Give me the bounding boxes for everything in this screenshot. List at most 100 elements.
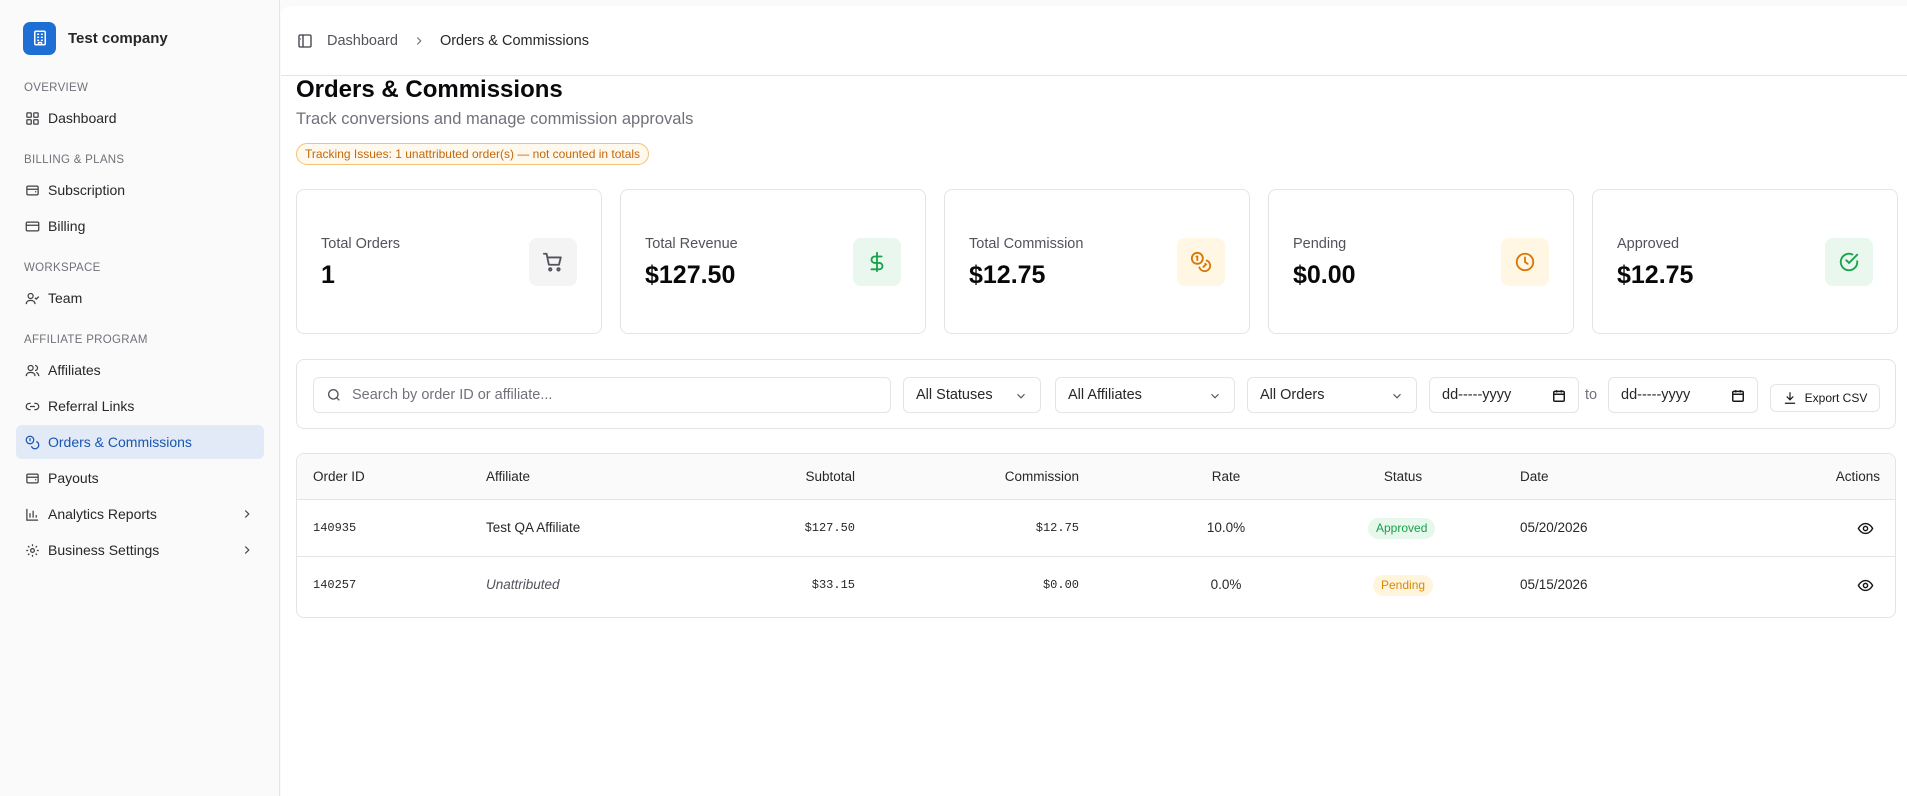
stat-value: 1 — [321, 261, 335, 289]
sidebar-item-dashboard[interactable]: Dashboard — [16, 101, 264, 135]
chevron-right-icon — [244, 546, 250, 554]
section-billing: BILLING & PLANS — [24, 154, 125, 166]
search-placeholder: Search by order ID or affiliate... — [352, 387, 553, 403]
chevron-right-icon — [416, 36, 422, 45]
stat-label: Total Revenue — [645, 236, 738, 252]
sidebar-item-affiliates[interactable]: Affiliates — [16, 353, 264, 387]
users-icon — [24, 290, 40, 306]
coins-icon — [24, 434, 40, 450]
affiliate-filter-select[interactable]: All Affiliates — [1055, 377, 1235, 413]
sidebar-item-label: Business Settings — [48, 542, 160, 558]
orders-filter-select[interactable]: All Orders — [1247, 377, 1417, 413]
column-header-rate[interactable]: Rate — [1196, 469, 1256, 484]
status-badge: Approved — [1368, 518, 1436, 539]
column-header-order-id[interactable]: Order ID — [313, 469, 365, 484]
tracking-warning-badge: Tracking Issues: 1 unattributed order(s)… — [296, 143, 650, 165]
date-to-input[interactable]: dd-----yyyy — [1608, 377, 1758, 413]
calendar-icon[interactable] — [1552, 389, 1566, 403]
sidebar-item-orders-commissions[interactable]: Orders & Commissions — [16, 425, 264, 459]
stat-card-total-orders: Total Orders 1 — [296, 189, 602, 334]
search-icon — [328, 389, 340, 401]
column-header-subtotal[interactable]: Subtotal — [805, 469, 855, 484]
date-from-value: dd-----yyyy — [1442, 387, 1512, 403]
column-header-date[interactable]: Date — [1520, 469, 1549, 484]
stat-card-approved: Approved $12.75 — [1592, 189, 1898, 334]
building-icon — [23, 21, 56, 55]
page-subtitle: Track conversions and manage commission … — [296, 110, 694, 128]
sidebar-item-analytics-reports[interactable]: Analytics Reports — [16, 497, 264, 531]
sidebar-item-subscription[interactable]: Subscription — [16, 173, 264, 207]
sidebar-item-label: Orders & Commissions — [48, 434, 192, 450]
cell-date: 05/20/2026 — [1520, 520, 1588, 535]
stat-card-pending: Pending $0.00 — [1268, 189, 1574, 334]
section-overview: OVERVIEW — [24, 82, 89, 94]
stat-label: Total Commission — [969, 236, 1084, 252]
section-affiliate: AFFILIATE PROGRAM — [24, 334, 148, 346]
sidebar-item-label: Payouts — [48, 470, 99, 486]
status-filter-value: All Statuses — [916, 387, 993, 403]
sidebar-item-business-settings[interactable]: Business Settings — [16, 533, 264, 567]
table-header: Order ID Affiliate Subtotal Commission R… — [297, 454, 1895, 500]
stat-card-total-commission: Total Commission $12.75 — [944, 189, 1250, 334]
sidebar-item-referral-links[interactable]: Referral Links — [16, 389, 264, 423]
stat-value: $127.50 — [645, 261, 736, 289]
sidebar-toggle-icon[interactable] — [297, 33, 313, 49]
date-range-separator: to — [1585, 387, 1598, 403]
main-content: Dashboard Orders & Commissions Orders & … — [281, 6, 1907, 796]
sidebar-item-billing[interactable]: Billing — [16, 209, 264, 243]
eye-icon[interactable] — [1857, 520, 1874, 537]
coins-icon — [1177, 238, 1225, 286]
stat-label: Total Orders — [321, 236, 400, 252]
wallet-icon — [24, 470, 40, 486]
calendar-icon[interactable] — [1731, 389, 1745, 403]
chevron-down-icon — [1017, 393, 1025, 399]
company-switcher[interactable]: Test company — [23, 18, 279, 58]
check-circle-icon — [1825, 238, 1873, 286]
cell-commission: $12.75 — [1035, 521, 1079, 535]
cell-rate: 10.0% — [1206, 520, 1246, 535]
export-csv-button[interactable]: Export CSV — [1770, 384, 1880, 412]
column-header-status[interactable]: Status — [1333, 469, 1473, 484]
export-csv-label: Export CSV — [1804, 391, 1868, 405]
cell-subtotal: $127.50 — [804, 521, 855, 535]
column-header-affiliate[interactable]: Affiliate — [486, 469, 530, 484]
stat-value: $12.75 — [969, 261, 1046, 289]
chevron-down-icon — [1393, 393, 1401, 399]
table-row[interactable]: 140935 Test QA Affiliate $127.50 $12.75 … — [297, 500, 1895, 557]
cell-order-id: 140935 — [313, 521, 357, 535]
table-row[interactable]: 140257 Unattributed $33.15 $0.00 0.0% Pe… — [297, 557, 1895, 614]
breadcrumb: Dashboard Orders & Commissions — [327, 33, 589, 49]
sidebar: Test company OVERVIEW Dashboard BILLING … — [0, 0, 280, 796]
stat-label: Approved — [1617, 236, 1680, 252]
breadcrumb-link-dashboard[interactable]: Dashboard — [327, 33, 398, 49]
filter-bar: Search by order ID or affiliate... All S… — [296, 359, 1896, 429]
topbar: Dashboard Orders & Commissions — [281, 6, 1907, 76]
orders-filter-value: All Orders — [1260, 387, 1325, 403]
cart-icon — [529, 238, 577, 286]
eye-icon[interactable] — [1857, 577, 1874, 594]
sidebar-item-label: Team — [48, 290, 83, 306]
cell-commission: $0.00 — [1042, 578, 1079, 592]
download-icon — [1784, 392, 1795, 404]
sidebar-item-label: Dashboard — [48, 110, 117, 126]
date-from-input[interactable]: dd-----yyyy — [1429, 377, 1579, 413]
sidebar-item-label: Subscription — [48, 182, 126, 198]
chevron-down-icon — [1211, 393, 1219, 399]
sidebar-item-payouts[interactable]: Payouts — [16, 461, 264, 495]
cell-rate: 0.0% — [1210, 577, 1242, 592]
chevron-right-icon — [244, 510, 250, 518]
grid-icon — [24, 110, 40, 126]
wallet-icon — [24, 182, 40, 198]
affiliate-filter-value: All Affiliates — [1068, 387, 1142, 403]
dollar-icon — [853, 238, 901, 286]
bar-chart-icon — [24, 506, 40, 522]
cell-affiliate: Test QA Affiliate — [486, 520, 581, 535]
cell-subtotal: $33.15 — [811, 578, 855, 592]
link-icon — [24, 398, 40, 414]
column-header-actions: Actions — [1835, 469, 1880, 484]
search-input[interactable]: Search by order ID or affiliate... — [313, 377, 891, 413]
status-filter-select[interactable]: All Statuses — [903, 377, 1041, 413]
column-header-commission[interactable]: Commission — [1005, 469, 1079, 484]
stat-label: Pending — [1293, 236, 1347, 252]
sidebar-item-team[interactable]: Team — [16, 281, 264, 315]
